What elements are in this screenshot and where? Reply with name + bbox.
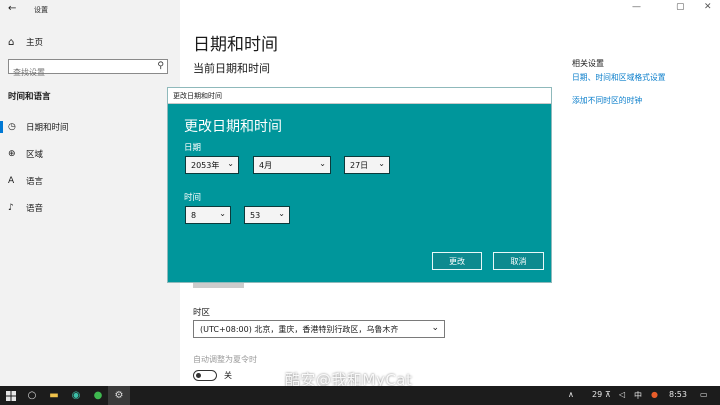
section-title: 时间和语言: [8, 92, 51, 102]
sidebar-item-label: 区域: [26, 150, 44, 160]
file-explorer-icon[interactable]: ▬: [43, 386, 65, 405]
date-label: 日期: [184, 143, 202, 153]
close-button[interactable]: ✕: [704, 2, 712, 12]
dialog-titlebar: 更改日期和时间: [168, 88, 551, 104]
hour-value: 8: [191, 210, 197, 220]
chevron-down-icon: ⌄: [227, 159, 234, 168]
chevron-down-icon: ⌄: [219, 209, 226, 218]
sidebar-item-label: 日期和时间: [26, 123, 69, 133]
language-icon: A: [8, 176, 15, 186]
tray-temperature: 29: [592, 390, 603, 399]
sidebar-item-label: 语言: [26, 177, 44, 187]
sidebar-item-speech[interactable]: ♪ 语音: [0, 199, 180, 217]
dialog-heading: 更改日期和时间: [184, 119, 282, 135]
sidebar: [0, 0, 180, 386]
minute-value: 53: [250, 210, 261, 220]
sidebar-item-label: 语音: [26, 204, 44, 214]
globe-icon: ⊕: [8, 149, 16, 159]
dst-toggle[interactable]: [193, 370, 217, 381]
clock-icon: ◷: [8, 122, 16, 132]
minimize-button[interactable]: —: [632, 2, 641, 12]
section-subtitle: 当前日期和时间: [193, 62, 270, 75]
notification-icon[interactable]: ▭: [700, 390, 708, 399]
sidebar-home-label: 主页: [26, 38, 44, 48]
chevron-down-icon: ⌄: [278, 209, 285, 218]
dst-label: 自动调整为夏令时: [193, 355, 257, 364]
timezone-select[interactable]: (UTC+08:00) 北京，重庆，香港特别行政区，乌鲁木齐 ⌄: [193, 320, 445, 338]
timezone-value: (UTC+08:00) 北京，重庆，香港特别行政区，乌鲁木齐: [200, 324, 399, 334]
month-value: 4月: [259, 160, 273, 170]
related-link-add-clock[interactable]: 添加不同时区的时钟: [572, 95, 642, 106]
related-settings-heading: 相关设置: [572, 59, 604, 68]
change-date-time-dialog: 更改日期和时间 更改日期和时间 日期 2053年 ⌄ 4月 ⌄ 27日 ⌄ 时间…: [167, 87, 552, 283]
window-title: 设置: [34, 6, 48, 14]
sidebar-item-region[interactable]: ⊕ 区域: [0, 145, 180, 163]
settings-taskbar-icon[interactable]: ⚙: [108, 386, 130, 405]
hour-dropdown[interactable]: 8 ⌄: [185, 206, 231, 224]
toggle-knob: [196, 372, 201, 378]
tray-chevron-icon[interactable]: ∧: [568, 390, 574, 399]
change-button[interactable]: 更改: [432, 252, 482, 270]
wechat-icon[interactable]: ●: [87, 386, 109, 405]
network-icon[interactable]: ⊼: [605, 390, 611, 399]
home-icon: ⌂: [8, 36, 15, 48]
page-title: 日期和时间: [193, 35, 278, 55]
windows-logo-icon: [6, 390, 16, 401]
ime-indicator[interactable]: 中: [634, 390, 642, 401]
sidebar-home[interactable]: ⌂ 主页: [8, 35, 173, 49]
search-icon[interactable]: ⚲: [157, 61, 164, 71]
cancel-button[interactable]: 取消: [493, 252, 544, 270]
sidebar-item-language[interactable]: A 语言: [0, 172, 180, 190]
day-value: 27日: [350, 160, 369, 170]
timezone-label: 时区: [193, 308, 211, 318]
sidebar-item-date-time[interactable]: ◷ 日期和时间: [0, 118, 180, 136]
month-dropdown[interactable]: 4月 ⌄: [253, 156, 331, 174]
search-input[interactable]: [9, 66, 143, 79]
windows-start-icon[interactable]: [0, 386, 22, 405]
dst-toggle-state: 关: [224, 371, 232, 380]
volume-icon[interactable]: ◁: [619, 390, 625, 399]
maximize-button[interactable]: ▢: [676, 2, 685, 12]
search-box[interactable]: ⚲: [8, 59, 168, 79]
chevron-down-icon: ⌄: [319, 159, 326, 168]
chevron-down-icon: ⌄: [431, 323, 439, 333]
minute-dropdown[interactable]: 53 ⌄: [244, 206, 290, 224]
microphone-icon: ♪: [8, 203, 14, 213]
time-label: 时间: [184, 193, 202, 203]
related-link-format[interactable]: 日期、时间和区域格式设置: [572, 72, 666, 83]
chevron-down-icon: ⌄: [378, 159, 385, 168]
year-value: 2053年: [191, 160, 220, 170]
taskbar-clock[interactable]: 8:53: [669, 390, 687, 399]
search-taskbar-icon[interactable]: ○: [21, 386, 43, 405]
taskbar: ○ ▬ ◉ ● ⚙ ∧ 29 ⊼ ◁ 中 ● 8:53 ▭: [0, 386, 720, 405]
day-dropdown[interactable]: 27日 ⌄: [344, 156, 390, 174]
sogou-ime-icon[interactable]: ●: [651, 390, 658, 399]
edge-icon[interactable]: ◉: [65, 386, 87, 405]
year-dropdown[interactable]: 2053年 ⌄: [185, 156, 239, 174]
back-arrow-icon[interactable]: ←: [8, 3, 16, 14]
